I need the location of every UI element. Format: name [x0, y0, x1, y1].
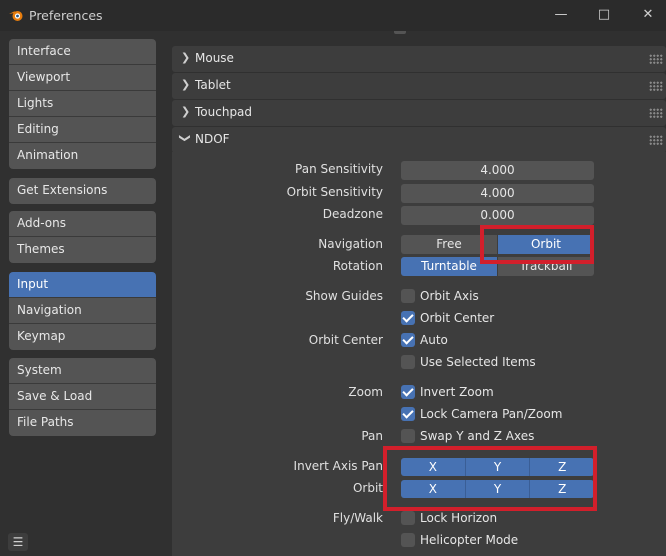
sidebar-item-save-load[interactable]: Save & Load: [9, 384, 156, 410]
chevron-right-icon: ❯: [181, 51, 191, 64]
drag-handle-icon[interactable]: [649, 135, 663, 145]
auto-checkbox[interactable]: Auto: [401, 332, 448, 348]
helicopter-mode-label: Helicopter Mode: [420, 533, 519, 547]
checkbox-checked-icon[interactable]: [401, 407, 415, 421]
sidebar-item-interface[interactable]: Interface: [9, 39, 156, 65]
zoom-label: Zoom: [348, 385, 383, 399]
invert-zoom-checkbox[interactable]: Invert Zoom: [401, 384, 494, 400]
sidebar-group-extensions: Get Extensions: [9, 178, 156, 204]
close-icon[interactable]: ✕: [638, 6, 658, 24]
sidebar-item-animation[interactable]: Animation: [9, 143, 156, 169]
sidebar-item-file-paths[interactable]: File Paths: [9, 410, 156, 436]
sidebar: Interface Viewport Lights Editing Animat…: [0, 31, 164, 556]
checkbox-checked-icon[interactable]: [401, 333, 415, 347]
swap-yz-checkbox[interactable]: Swap Y and Z Axes: [401, 428, 534, 444]
sidebar-group-input: Input Navigation Keymap: [9, 272, 156, 350]
sidebar-item-input[interactable]: Input: [9, 272, 156, 298]
panel-title: Mouse: [195, 51, 234, 65]
axis-invert-highlight-box: [383, 446, 597, 511]
sidebar-item-viewport[interactable]: Viewport: [9, 65, 156, 91]
checkbox-box[interactable]: [401, 511, 415, 525]
checkbox-box[interactable]: [401, 429, 415, 443]
drag-handle-icon[interactable]: [649, 54, 663, 64]
orbit-sensitivity-label: Orbit Sensitivity: [286, 185, 383, 199]
swap-yz-label: Swap Y and Z Axes: [420, 429, 535, 443]
sidebar-item-editing[interactable]: Editing: [9, 117, 156, 143]
panel-ndof[interactable]: ❯ NDOF: [172, 127, 666, 153]
orbit-axis-label: Orbit Axis: [420, 289, 479, 303]
chevron-right-icon: ❯: [181, 105, 191, 118]
drag-handle-icon[interactable]: [649, 108, 663, 118]
orbit-axis-checkbox[interactable]: Orbit Axis: [401, 288, 479, 304]
sidebar-item-keymap[interactable]: Keymap: [9, 324, 156, 350]
fly-walk-label: Fly/Walk: [332, 511, 383, 525]
use-selected-items-label: Use Selected Items: [420, 355, 536, 369]
lock-camera-checkbox[interactable]: Lock Camera Pan/Zoom: [401, 406, 562, 422]
maximize-icon[interactable]: □: [594, 6, 614, 24]
chevron-down-icon: ❯: [178, 133, 192, 143]
panel-title: Touchpad: [195, 105, 253, 119]
checkbox-checked-icon[interactable]: [401, 385, 415, 399]
pan-sensitivity-label: Pan Sensitivity: [295, 162, 383, 176]
chevron-right-icon: ❯: [181, 78, 191, 91]
orbit-center-guide-checkbox[interactable]: Orbit Center: [401, 310, 494, 326]
panel-title: Tablet: [195, 78, 231, 92]
checkbox-box[interactable]: [401, 355, 415, 369]
navigation-label: Navigation: [318, 237, 383, 251]
hamburger-menu-icon[interactable]: ☰: [8, 533, 28, 551]
lock-horizon-label: Lock Horizon: [420, 511, 498, 525]
checkbox-checked-icon[interactable]: [401, 311, 415, 325]
pan-sensitivity-field[interactable]: 4.000: [401, 161, 594, 180]
sidebar-item-system[interactable]: System: [9, 358, 156, 384]
orbit-invert-label: Orbit: [352, 481, 383, 495]
deadzone-label: Deadzone: [322, 207, 383, 221]
lock-camera-label: Lock Camera Pan/Zoom: [420, 407, 563, 421]
orbit-highlight-box: [480, 225, 594, 264]
panel-mouse[interactable]: ❯ Mouse: [172, 46, 666, 72]
blender-logo-icon: [9, 11, 23, 21]
pan-label: Pan: [361, 429, 383, 443]
orbit-center-label: Orbit Center: [308, 333, 383, 347]
checkbox-box[interactable]: [401, 533, 415, 547]
sidebar-group-system: System Save & Load File Paths: [9, 358, 156, 436]
panel-touchpad[interactable]: ❯ Touchpad: [172, 100, 666, 126]
invert-zoom-label: Invert Zoom: [420, 385, 494, 399]
sidebar-item-navigation[interactable]: Navigation: [9, 298, 156, 324]
orbit-sensitivity-field[interactable]: 4.000: [401, 184, 594, 203]
checkbox-box[interactable]: [401, 289, 415, 303]
panel-tablet[interactable]: ❯ Tablet: [172, 73, 666, 99]
title-bar: Preferences — □ ✕: [0, 0, 666, 31]
rotation-label: Rotation: [332, 259, 383, 273]
sidebar-item-add-ons[interactable]: Add-ons: [9, 211, 156, 237]
panel-title: NDOF: [195, 132, 230, 146]
window-title: Preferences: [29, 8, 103, 23]
sidebar-item-lights[interactable]: Lights: [9, 91, 156, 117]
auto-label: Auto: [420, 333, 448, 347]
sidebar-item-themes[interactable]: Themes: [9, 237, 156, 263]
helicopter-mode-checkbox[interactable]: Helicopter Mode: [401, 532, 518, 548]
lock-horizon-checkbox[interactable]: Lock Horizon: [401, 510, 497, 526]
sidebar-group-general: Interface Viewport Lights Editing Animat…: [9, 39, 156, 169]
sidebar-item-get-extensions[interactable]: Get Extensions: [9, 178, 156, 204]
use-selected-items-checkbox[interactable]: Use Selected Items: [401, 354, 536, 370]
scroll-hint: [394, 31, 406, 34]
invert-axis-pan-label: Invert Axis Pan: [293, 459, 383, 473]
minimize-icon[interactable]: —: [551, 6, 571, 24]
show-guides-label: Show Guides: [305, 289, 383, 303]
drag-handle-icon[interactable]: [649, 81, 663, 91]
sidebar-group-addons: Add-ons Themes: [9, 211, 156, 263]
deadzone-field[interactable]: 0.000: [401, 206, 594, 225]
orbit-center-guide-label: Orbit Center: [420, 311, 495, 325]
